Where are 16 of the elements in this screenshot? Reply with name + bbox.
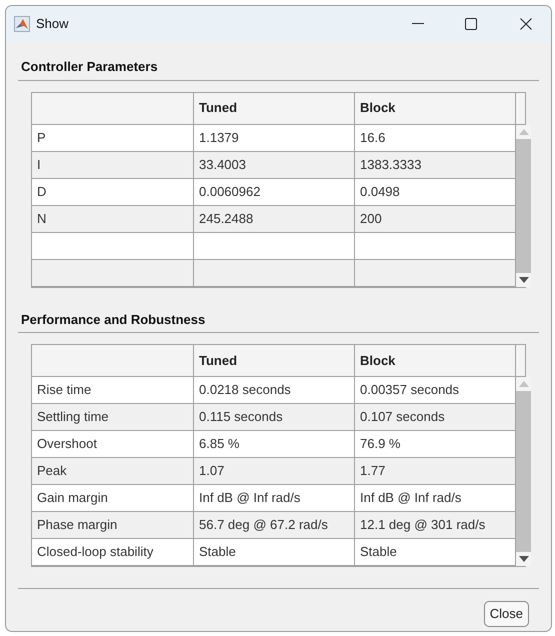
close-dialog-button[interactable]: Close <box>484 601 529 627</box>
scroll-up-icon[interactable] <box>518 381 528 387</box>
window-title: Show <box>36 15 69 34</box>
minimize-icon <box>412 23 424 25</box>
app-icon <box>14 16 30 32</box>
maximize-icon <box>465 18 477 30</box>
row-label: Closed-loop stability <box>32 539 194 566</box>
table-cell: Stable <box>194 539 355 566</box>
scrollbar[interactable] <box>516 124 531 286</box>
scrollbar-thumb[interactable] <box>516 138 531 272</box>
scroll-up-icon[interactable] <box>518 128 528 134</box>
scroll-down-icon[interactable] <box>518 276 528 282</box>
close-icon <box>520 18 532 30</box>
scroll-down-icon[interactable] <box>518 556 528 562</box>
section-heading: Performance and Robustness <box>18 310 539 333</box>
section-heading: Controller Parameters <box>18 57 539 80</box>
